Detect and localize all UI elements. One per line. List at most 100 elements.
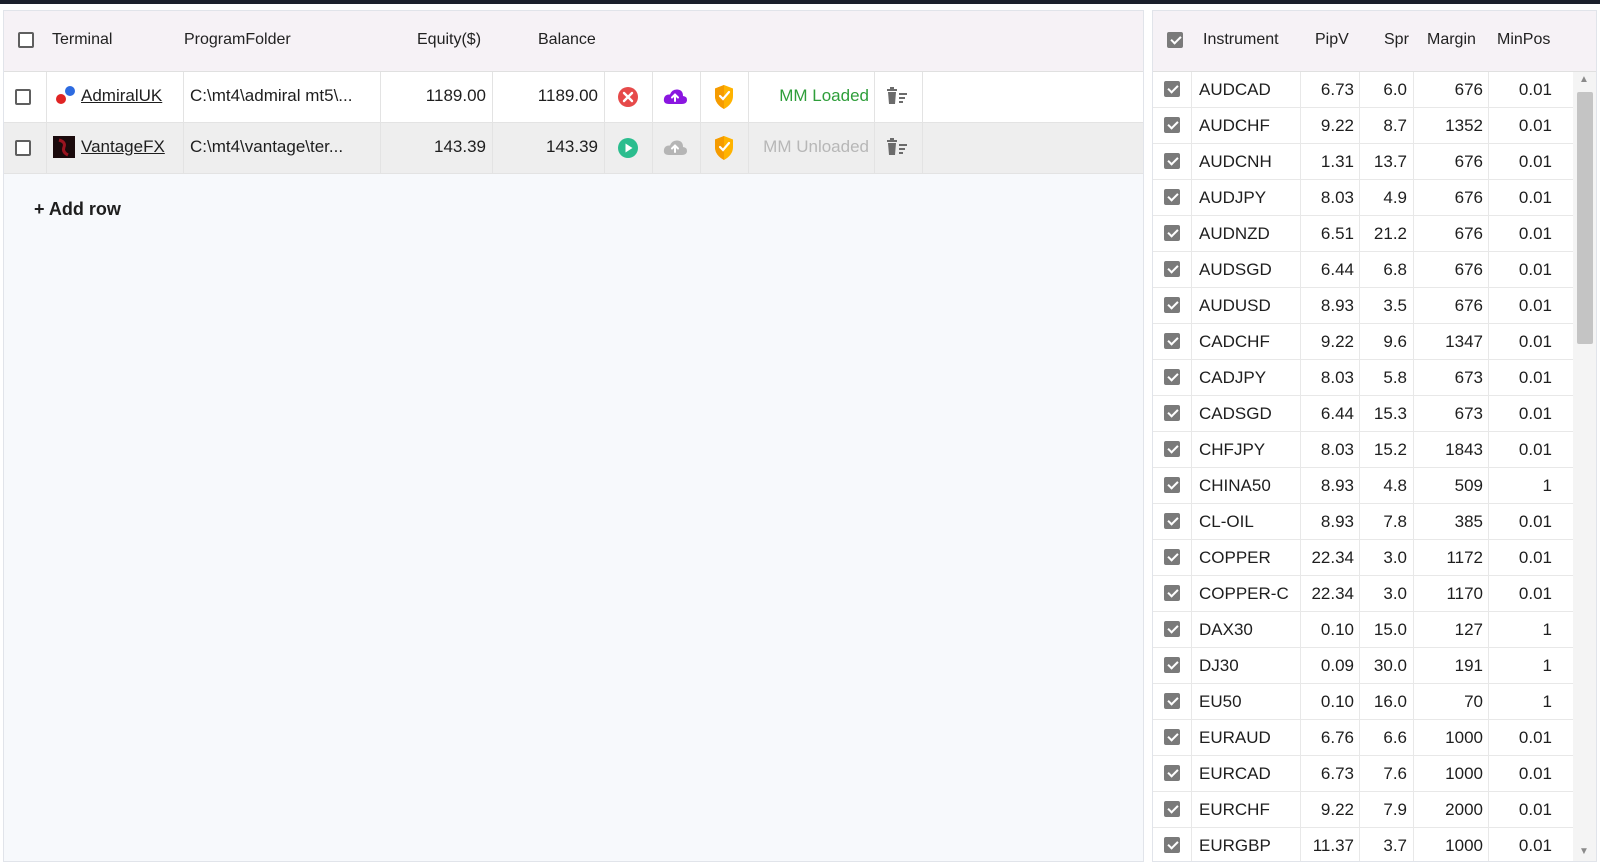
instrument-row[interactable]: CL-OIL 8.93 7.8 385 0.01 (1153, 504, 1573, 540)
instrument-row[interactable]: CADSGD 6.44 15.3 673 0.01 (1153, 396, 1573, 432)
instrument-checkbox[interactable] (1164, 477, 1180, 493)
instrument-row[interactable]: EURCAD 6.73 7.6 1000 0.01 (1153, 756, 1573, 792)
instrument-row[interactable]: AUDNZD 6.51 21.2 676 0.01 (1153, 216, 1573, 252)
instrument-spr: 3.7 (1383, 836, 1407, 855)
instrument-row[interactable]: AUDJPY 8.03 4.9 676 0.01 (1153, 180, 1573, 216)
instrument-checkbox[interactable] (1164, 441, 1180, 457)
instrument-minpos: 0.01 (1518, 80, 1552, 99)
instrument-spr: 5.8 (1383, 368, 1407, 387)
instrument-checkbox[interactable] (1164, 261, 1180, 277)
instrument-spr: 6.6 (1383, 728, 1407, 747)
terminal-row[interactable]: VantageFX C:\mt4\vantage\ter... 143.39 1… (4, 123, 1143, 174)
terminal-row-checkbox[interactable] (15, 89, 31, 105)
scroll-up-arrow-icon[interactable]: ▲ (1579, 74, 1589, 85)
instrument-margin: 1843 (1445, 440, 1483, 459)
instrument-spr: 21.2 (1373, 224, 1407, 243)
instruments-header: Instrument PipV Spr Margin MinPos (1153, 11, 1596, 72)
instrument-checkbox[interactable] (1164, 765, 1180, 781)
instrument-checkbox[interactable] (1164, 81, 1180, 97)
instrument-row[interactable]: EURGBP 11.37 3.7 1000 0.01 (1153, 828, 1573, 861)
instrument-margin: 1352 (1445, 116, 1483, 135)
instrument-name: DAX30 (1199, 620, 1253, 639)
header-terminal[interactable]: Terminal (52, 31, 112, 49)
header-equity[interactable]: Equity($) (417, 31, 481, 49)
stop-icon[interactable] (617, 86, 639, 108)
cloud-upload-icon[interactable] (662, 86, 688, 108)
header-margin[interactable]: Margin (1427, 31, 1476, 49)
header-spr[interactable]: Spr (1384, 31, 1409, 49)
instrument-name: CADCHF (1199, 332, 1270, 351)
terminal-name-link[interactable]: AdmiralUK (81, 86, 162, 106)
instrument-minpos: 0.01 (1518, 512, 1552, 531)
instrument-row[interactable]: AUDUSD 8.93 3.5 676 0.01 (1153, 288, 1573, 324)
select-all-instruments-checkbox[interactable] (1167, 32, 1183, 48)
instrument-row[interactable]: AUDCAD 6.73 6.0 676 0.01 (1153, 72, 1573, 108)
instrument-checkbox[interactable] (1164, 189, 1180, 205)
instrument-row[interactable]: DAX30 0.10 15.0 127 1 (1153, 612, 1573, 648)
instrument-pipv: 0.10 (1320, 692, 1354, 711)
program-folder-value: C:\mt4\vantage\ter... (190, 137, 344, 156)
instrument-row[interactable]: CHINA50 8.93 4.8 509 1 (1153, 468, 1573, 504)
play-icon[interactable] (617, 137, 639, 159)
instrument-row[interactable]: AUDSGD 6.44 6.8 676 0.01 (1153, 252, 1573, 288)
equity-value: 1189.00 (425, 86, 486, 105)
instrument-checkbox[interactable] (1164, 297, 1180, 313)
instruments-scrollbar[interactable]: ▲ ▼ (1573, 72, 1596, 861)
shield-icon[interactable] (713, 84, 735, 110)
instrument-row[interactable]: CADJPY 8.03 5.8 673 0.01 (1153, 360, 1573, 396)
instrument-pipv: 8.93 (1320, 512, 1354, 531)
instrument-row[interactable]: EURCHF 9.22 7.9 2000 0.01 (1153, 792, 1573, 828)
instrument-row[interactable]: CHFJPY 8.03 15.2 1843 0.01 (1153, 432, 1573, 468)
instrument-row[interactable]: EU50 0.10 16.0 70 1 (1153, 684, 1573, 720)
instrument-checkbox[interactable] (1164, 333, 1180, 349)
instruments-panel: Instrument PipV Spr Margin MinPos AUDCAD… (1152, 10, 1597, 862)
program-folder-value: C:\mt4\admiral mt5\... (190, 86, 353, 105)
header-minpos[interactable]: MinPos (1497, 31, 1550, 49)
instrument-spr: 9.6 (1383, 332, 1407, 351)
instrument-checkbox[interactable] (1164, 369, 1180, 385)
select-all-terminals-checkbox[interactable] (18, 32, 34, 48)
delete-list-icon[interactable] (885, 137, 909, 157)
instrument-row[interactable]: COPPER-C 22.34 3.0 1170 0.01 (1153, 576, 1573, 612)
instrument-checkbox[interactable] (1164, 837, 1180, 853)
instrument-checkbox[interactable] (1164, 153, 1180, 169)
instrument-checkbox[interactable] (1164, 513, 1180, 529)
instrument-row[interactable]: COPPER 22.34 3.0 1172 0.01 (1153, 540, 1573, 576)
header-balance[interactable]: Balance (538, 31, 596, 49)
instrument-checkbox[interactable] (1164, 657, 1180, 673)
instrument-checkbox[interactable] (1164, 585, 1180, 601)
instrument-row[interactable]: DJ30 0.09 30.0 191 1 (1153, 648, 1573, 684)
instrument-checkbox[interactable] (1164, 801, 1180, 817)
add-row-button[interactable]: + Add row (34, 199, 121, 220)
instrument-checkbox[interactable] (1164, 549, 1180, 565)
terminal-row-checkbox[interactable] (15, 140, 31, 156)
shield-icon[interactable] (713, 135, 735, 161)
instrument-checkbox[interactable] (1164, 405, 1180, 421)
header-instrument[interactable]: Instrument (1203, 31, 1279, 49)
terminal-name-link[interactable]: VantageFX (81, 137, 165, 157)
instrument-minpos: 0.01 (1518, 260, 1552, 279)
instrument-pipv: 9.22 (1320, 800, 1354, 819)
instrument-checkbox[interactable] (1164, 117, 1180, 133)
instrument-checkbox[interactable] (1164, 729, 1180, 745)
instrument-row[interactable]: AUDCHF 9.22 8.7 1352 0.01 (1153, 108, 1573, 144)
instrument-checkbox[interactable] (1164, 693, 1180, 709)
cloud-upload-icon[interactable] (662, 137, 688, 159)
instrument-row[interactable]: AUDCNH 1.31 13.7 676 0.01 (1153, 144, 1573, 180)
delete-list-icon[interactable] (885, 86, 909, 106)
instrument-pipv: 6.51 (1320, 224, 1354, 243)
instrument-row[interactable]: EURAUD 6.76 6.6 1000 0.01 (1153, 720, 1573, 756)
header-pipv[interactable]: PipV (1315, 31, 1349, 49)
instrument-checkbox[interactable] (1164, 621, 1180, 637)
instrument-checkbox[interactable] (1164, 225, 1180, 241)
instrument-spr: 3.0 (1383, 548, 1407, 567)
instrument-row[interactable]: CADCHF 9.22 9.6 1347 0.01 (1153, 324, 1573, 360)
instrument-pipv: 0.09 (1320, 656, 1354, 675)
instrument-name: AUDCHF (1199, 116, 1270, 135)
scroll-down-arrow-icon[interactable]: ▼ (1579, 846, 1589, 857)
terminal-row[interactable]: AdmiralUK C:\mt4\admiral mt5\... 1189.00… (4, 72, 1143, 123)
header-program-folder[interactable]: ProgramFolder (184, 31, 291, 49)
instrument-minpos: 1 (1542, 656, 1552, 675)
scrollbar-thumb[interactable] (1577, 92, 1593, 344)
instrument-margin: 70 (1464, 692, 1483, 711)
